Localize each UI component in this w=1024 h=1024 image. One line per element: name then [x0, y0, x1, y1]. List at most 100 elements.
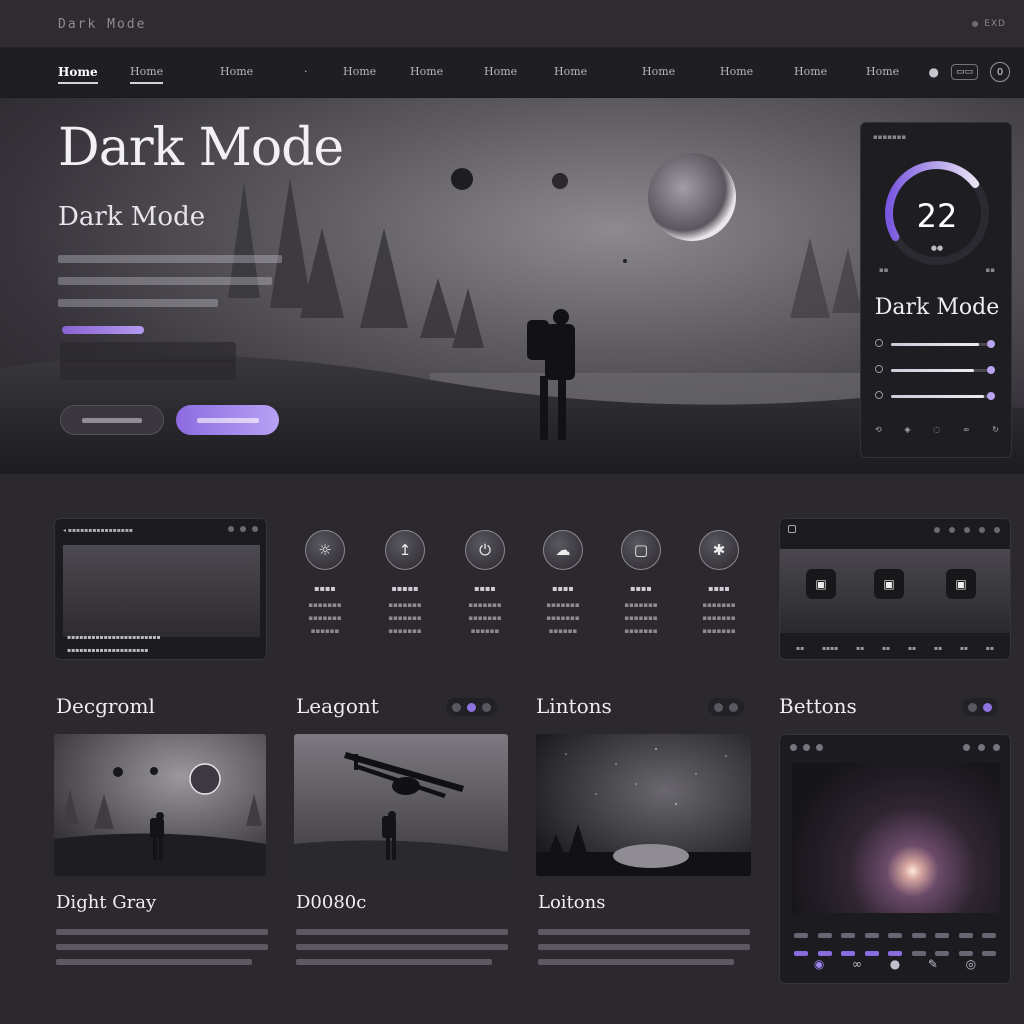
icon-tile-4[interactable]: ☁ ▪▪▪▪ ▪▪▪▪▪▪▪ ▪▪▪▪▪▪▪ ▪▪▪▪▪▪ — [533, 530, 593, 638]
carousel-control-3[interactable] — [708, 698, 744, 716]
main-navbar: Home Home Home · Home Home Home Home Hom… — [0, 48, 1024, 98]
slider-knob[interactable] — [987, 340, 995, 348]
window-tab-bar: ◂ ▪▪▪▪▪▪▪▪▪▪▪▪▪▪▪▪ — [63, 527, 133, 534]
window-meta: EXD — [972, 19, 1006, 29]
media-controls: ◉ ∞ ● ✎ ◎ — [800, 957, 990, 971]
key-button-1[interactable]: ▣ — [806, 569, 836, 599]
slider-fill — [891, 369, 975, 372]
star-icon — [623, 259, 627, 263]
card-body-3 — [538, 924, 750, 965]
icon-tile-label: ▪▪▪▪ — [708, 584, 730, 593]
icon-tile-6[interactable]: ✱ ▪▪▪▪ ▪▪▪▪▪▪▪ ▪▪▪▪▪▪▪ ▪▪▪▪▪▪▪ — [689, 530, 749, 638]
primary-button-text-bar — [196, 417, 259, 423]
preview-screenshot — [63, 545, 260, 637]
slider-icon — [875, 339, 883, 347]
link-icon[interactable]: ∞ — [963, 425, 970, 434]
slider-2[interactable] — [875, 363, 999, 377]
shuffle-icon[interactable]: ◌ — [933, 425, 940, 434]
card-image-3[interactable] — [536, 734, 751, 876]
panel-title: Dark Mode — [874, 295, 1000, 320]
carousel-control-2[interactable] — [446, 698, 497, 716]
slider-knob[interactable] — [987, 392, 995, 400]
key-button-3[interactable]: ▣ — [946, 569, 976, 599]
nav-item-home[interactable]: Home — [58, 65, 98, 84]
share-icon[interactable]: ↥ — [385, 530, 425, 570]
window-controls — [934, 527, 1000, 533]
nav-item-2[interactable]: Home — [130, 65, 164, 84]
chat-icon[interactable]: ▢ — [621, 530, 661, 570]
card-image-2[interactable] — [294, 734, 508, 876]
icon-tile-5[interactable]: ▢ ▪▪▪▪ ▪▪▪▪▪▪▪ ▪▪▪▪▪▪▪ ▪▪▪▪▪▪▪ — [611, 530, 671, 638]
cloud-icon[interactable]: ☁ — [543, 530, 583, 570]
icon-tile-desc: ▪▪▪▪▪▪▪ ▪▪▪▪▪▪▪ ▪▪▪▪▪▪▪ — [702, 601, 736, 635]
eclipse-landscape-image — [54, 734, 266, 876]
media-screen — [792, 763, 1000, 913]
drop-icon[interactable]: ◈ — [904, 425, 910, 434]
keypad-window[interactable]: ▣ ▣ ▣ ▪▪ ▪▪▪▪ ▪▪ ▪▪ ▪▪ ▪▪ ▪▪ ▪▪ — [779, 518, 1011, 660]
section-title-1: Decgroml — [56, 694, 155, 718]
media-tabs — [794, 933, 996, 938]
loop-icon[interactable]: ∞ — [852, 957, 862, 971]
control-panel: ▪▪▪▪▪▪▪ 22 ●● ▪▪ ▪▪ Dark Mode ⟲ ◈ ◌ ∞ ↻ — [860, 122, 1012, 458]
nav-item-10[interactable]: Home — [720, 65, 753, 78]
cycle-icon[interactable]: ↻ — [992, 425, 999, 434]
icon-tile-desc: ▪▪▪▪▪▪▪ ▪▪▪▪▪▪▪ ▪▪▪▪▪▪ — [468, 601, 502, 635]
settings-icon[interactable]: ◎ — [966, 957, 976, 971]
accent-tag — [62, 326, 144, 334]
slider-3[interactable] — [875, 389, 999, 403]
edit-icon[interactable]: ✎ — [928, 957, 938, 971]
icon-tile-2[interactable]: ↥ ▪▪▪▪▪ ▪▪▪▪▪▪▪ ▪▪▪▪▪▪▪ ▪▪▪▪▪▪▪ — [375, 530, 435, 638]
window-controls — [228, 526, 258, 532]
slider-fill — [891, 395, 985, 398]
card-body-2 — [296, 924, 508, 965]
icon-tile-1[interactable]: ☼ ▪▪▪▪ ▪▪▪▪▪▪▪ ▪▪▪▪▪▪▪ ▪▪▪▪▪▪ — [295, 530, 355, 638]
nav-item-3[interactable]: Home — [220, 65, 253, 78]
icon-tile-3[interactable]: ⏻ ▪▪▪▪ ▪▪▪▪▪▪▪ ▪▪▪▪▪▪▪ ▪▪▪▪▪▪ — [455, 530, 515, 638]
section-title-4: Bettons — [779, 694, 857, 718]
gauge-unit-dot: ●● — [930, 244, 944, 252]
settings-icon[interactable]: ✱ — [699, 530, 739, 570]
planet-icon — [451, 168, 473, 190]
hero-chip-row-2 — [60, 360, 236, 380]
nav-item-7[interactable]: Home — [484, 65, 517, 78]
starry-sky-image — [536, 734, 751, 876]
slider-icon — [875, 391, 883, 399]
gauge-max-label: ▪▪ — [985, 266, 996, 274]
key-button-2[interactable]: ▣ — [874, 569, 904, 599]
preview-caption: ▪▪▪▪▪▪▪▪▪▪▪▪▪▪▪▪▪▪▪▪▪▪▪ ▪▪▪▪▪▪▪▪▪▪▪▪▪▪▪▪▪… — [67, 634, 161, 654]
preview-window[interactable]: ◂ ▪▪▪▪▪▪▪▪▪▪▪▪▪▪▪▪ ▪▪▪▪▪▪▪▪▪▪▪▪▪▪▪▪▪▪▪▪▪… — [54, 518, 267, 660]
record-icon[interactable]: ◉ — [814, 957, 824, 971]
icon-tile-desc: ▪▪▪▪▪▪▪ ▪▪▪▪▪▪▪ ▪▪▪▪▪▪▪ — [624, 601, 658, 635]
notification-icon[interactable]: ● — [929, 65, 939, 79]
dot-icon[interactable]: ● — [890, 957, 900, 971]
icon-tile-desc: ▪▪▪▪▪▪▪ ▪▪▪▪▪▪▪ ▪▪▪▪▪▪▪ — [388, 601, 422, 635]
slider-1[interactable] — [875, 337, 999, 351]
power-icon[interactable]: ⏻ — [465, 530, 505, 570]
nav-item-11[interactable]: Home — [794, 65, 827, 78]
forest-right — [790, 238, 862, 318]
nav-item-12[interactable]: Home — [866, 65, 899, 78]
profile-badge[interactable]: 0 — [990, 62, 1010, 82]
card-image-1[interactable] — [54, 734, 266, 876]
media-tabs-row-2 — [794, 951, 996, 956]
gauge-min-label: ▪▪ — [879, 266, 889, 274]
media-player-window[interactable]: ◉ ∞ ● ✎ ◎ — [779, 734, 1011, 984]
hero-description — [58, 248, 288, 307]
repeat-icon[interactable]: ⟲ — [875, 425, 882, 434]
nav-item-5[interactable]: Home — [343, 65, 376, 78]
nav-item-9[interactable]: Home — [642, 65, 675, 78]
nav-item-6[interactable]: Home — [410, 65, 443, 78]
settings-icon[interactable]: ▭▭ — [950, 64, 978, 80]
window-actions — [963, 744, 1000, 751]
secondary-button[interactable] — [60, 405, 164, 435]
carousel-control-4[interactable] — [962, 698, 998, 716]
slider-knob[interactable] — [987, 366, 995, 374]
nav-item-4[interactable]: · — [304, 65, 308, 78]
moon-icon — [648, 153, 736, 241]
sun-icon[interactable]: ☼ — [305, 530, 345, 570]
nav-item-8[interactable]: Home — [554, 65, 587, 78]
primary-button[interactable] — [176, 405, 279, 435]
window-icon — [788, 525, 796, 533]
icon-tile-desc: ▪▪▪▪▪▪▪ ▪▪▪▪▪▪▪ ▪▪▪▪▪▪ — [308, 601, 342, 635]
card-title-2: D0080c — [296, 892, 367, 913]
